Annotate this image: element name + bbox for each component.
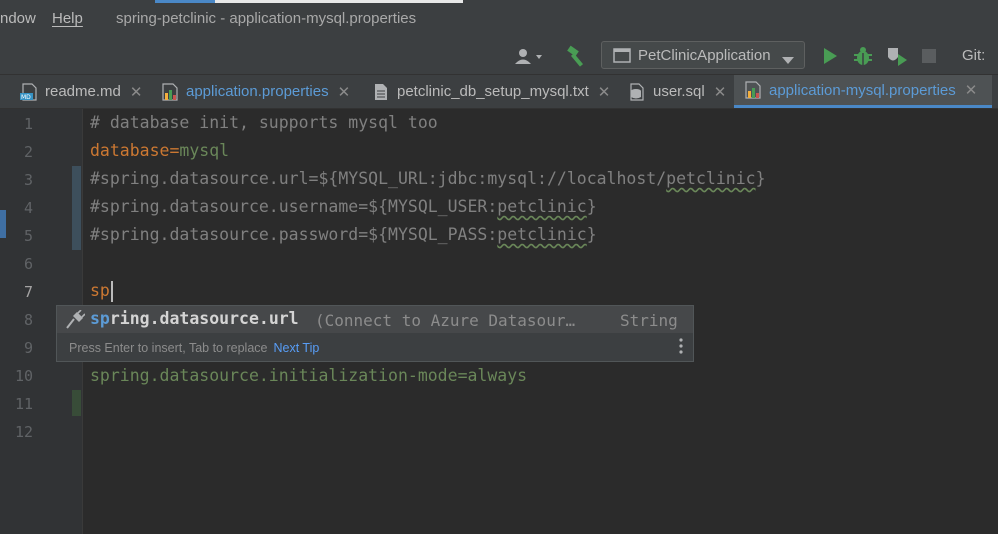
close-icon[interactable]: ✕: [714, 83, 727, 101]
completion-type: String: [620, 311, 678, 330]
comment-text: #spring.datasource.username=${MYSQL_USER…: [90, 197, 498, 216]
text-caret: [111, 281, 113, 302]
properties-file-icon: [744, 81, 762, 99]
menu-help[interactable]: Help: [52, 10, 83, 27]
typo-highlight: petclinic: [497, 197, 587, 216]
toolbar: PetClinicApplication Git:: [0, 38, 998, 75]
comment-text: }: [586, 225, 597, 244]
close-icon[interactable]: ✕: [338, 83, 351, 101]
completion-item[interactable]: spring.datasource.url (Connect to Azure …: [57, 306, 693, 333]
title-accent-line: [155, 0, 215, 3]
typed-text: sp: [90, 281, 110, 300]
property-value: always: [467, 366, 528, 385]
run-configuration-label: PetClinicApplication: [638, 47, 771, 64]
completion-suggestion: spring.datasource.url: [90, 309, 299, 328]
comment-text: }: [586, 197, 597, 216]
line-number: 2: [23, 143, 33, 161]
line-number: 8: [23, 311, 33, 329]
completion-footer: Press Enter to insert, Tab to replace Nex…: [69, 341, 319, 355]
completion-footer-text: Press Enter to insert, Tab to replace: [69, 341, 268, 355]
line-number: 12: [14, 423, 33, 441]
code-line-10: spring.datasource.initialization-mode=al…: [90, 366, 527, 385]
line-number: 3: [23, 171, 33, 189]
sql-file-icon: [628, 82, 646, 101]
typo-highlight: petclinic: [497, 225, 587, 244]
chevron-down-icon: [782, 52, 794, 69]
title-accent-line: [215, 0, 463, 3]
line-number: 9: [23, 339, 33, 357]
comment-text: # database init, supports mysql too: [90, 113, 438, 132]
tab-petclinic-db-setup-mysql-txt[interactable]: petclinic_db_setup_mysql.txt ✕: [372, 75, 610, 108]
stop-icon[interactable]: [921, 44, 937, 68]
run-with-coverage-icon[interactable]: [885, 44, 909, 68]
property-value: mysql: [179, 141, 230, 160]
close-icon[interactable]: ✕: [598, 83, 611, 101]
tab-application-properties[interactable]: application.properties ✕: [161, 75, 350, 108]
tab-user-sql[interactable]: user.sql ✕: [628, 75, 726, 108]
debug-bug-icon[interactable]: [852, 44, 874, 68]
close-icon[interactable]: ✕: [130, 83, 143, 101]
more-options-icon[interactable]: [679, 338, 683, 359]
code-completion-popup: spring.datasource.url (Connect to Azure …: [56, 305, 694, 362]
tab-application-mysql-properties[interactable]: application-mysql.properties ✕: [734, 75, 992, 108]
run-icon[interactable]: [820, 44, 840, 68]
run-configuration-select[interactable]: PetClinicApplication: [601, 41, 805, 69]
line-number: 1: [23, 115, 33, 133]
vcs-modified-marker[interactable]: [72, 166, 81, 250]
vcs-added-marker[interactable]: [72, 390, 81, 416]
user-icon[interactable]: [512, 44, 546, 68]
tab-readme-md[interactable]: MD readme.md ✕: [20, 75, 142, 108]
code-line-1: # database init, supports mysql too: [90, 113, 438, 132]
equals-sign: =: [457, 366, 468, 385]
menu-window[interactable]: ndow: [0, 10, 36, 27]
line-number: 4: [23, 199, 33, 217]
completion-rest: ring.datasource.url: [109, 309, 299, 328]
code-line-4: #spring.datasource.username=${MYSQL_USER…: [90, 197, 597, 216]
close-icon[interactable]: ✕: [965, 81, 978, 99]
build-hammer-icon[interactable]: [564, 44, 588, 68]
code-line-3: #spring.datasource.url=${MYSQL_URL:jdbc:…: [90, 169, 766, 188]
tab-label: application-mysql.properties: [769, 81, 956, 99]
line-number: 6: [23, 255, 33, 273]
line-number: 7: [23, 283, 33, 301]
line-number: 11: [14, 395, 33, 413]
git-label[interactable]: Git:: [962, 47, 985, 64]
code-line-2: database=mysql: [90, 141, 229, 160]
markdown-file-icon: MD: [20, 82, 38, 101]
completion-hint: (Connect to Azure Datasour…: [315, 311, 576, 330]
comment-text: #spring.datasource.password=${MYSQL_PASS…: [90, 225, 498, 244]
application-icon: [613, 48, 631, 68]
next-tip-link[interactable]: Next Tip: [273, 341, 319, 355]
equals-sign: =: [169, 141, 180, 160]
svg-text:MD: MD: [21, 94, 31, 101]
plug-icon: [65, 309, 86, 335]
line-number: 5: [23, 227, 33, 245]
property-key: spring.datasource.initialization-mode: [90, 366, 458, 385]
property-key: database: [90, 141, 170, 160]
tab-label: petclinic_db_setup_mysql.txt: [397, 83, 589, 100]
tab-label: application.properties: [186, 83, 329, 100]
line-number: 10: [14, 367, 33, 385]
tab-label: readme.md: [45, 83, 121, 100]
tab-label: user.sql: [653, 83, 705, 100]
code-line-7: sp: [90, 281, 110, 300]
typo-highlight: petclinic: [666, 169, 756, 188]
completion-match: sp: [90, 309, 110, 328]
comment-text: #spring.datasource.url=${MYSQL_URL:jdbc:…: [90, 169, 667, 188]
comment-text: }: [755, 169, 766, 188]
window-title: spring-petclinic - application-mysql.pro…: [116, 10, 417, 27]
properties-file-icon: [161, 82, 179, 101]
code-line-5: #spring.datasource.password=${MYSQL_PASS…: [90, 225, 597, 244]
title-bar: ndow Help spring-petclinic - application…: [0, 0, 998, 38]
editor-tab-bar: MD readme.md ✕ application.properties ✕ …: [0, 75, 998, 109]
text-file-icon: [372, 83, 390, 101]
